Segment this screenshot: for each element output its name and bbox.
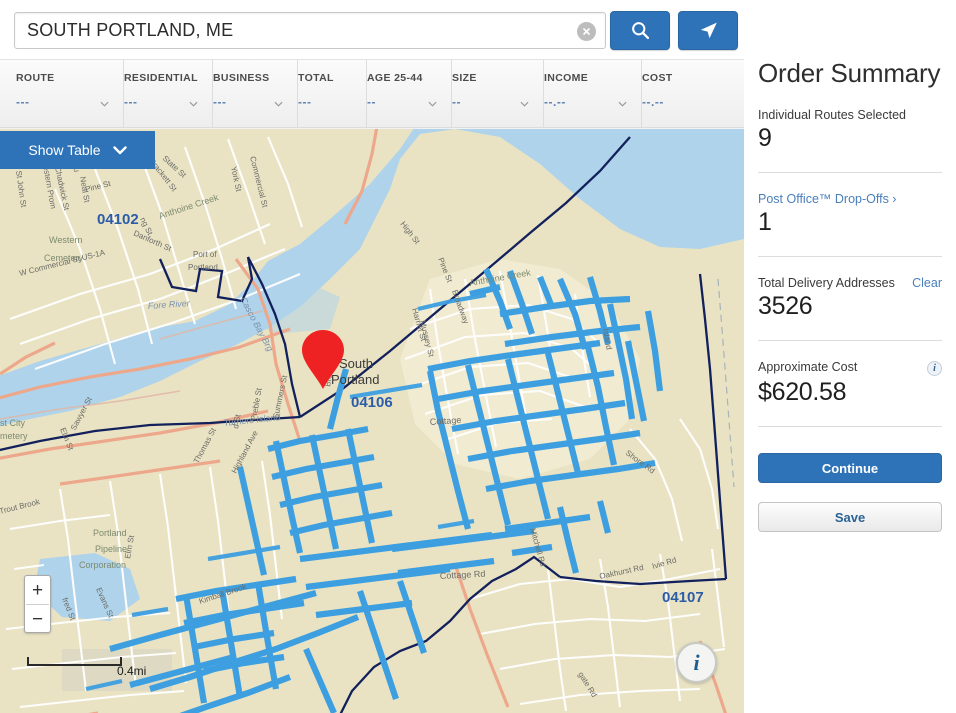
- divider: [758, 426, 942, 427]
- svg-text:Portland: Portland: [93, 528, 127, 538]
- post-office-dropoffs-link[interactable]: Post Office™ Drop-Offs ›: [758, 192, 896, 206]
- filter-business-value: ---: [213, 95, 227, 109]
- map-column: ROUTE --- RESIDENTIAL --- BUSINESS --- T…: [0, 0, 744, 713]
- map-zip-04107: 04107: [662, 589, 704, 606]
- approximate-cost-label: Approximate Cost: [758, 360, 858, 374]
- zoom-in-button[interactable]: +: [25, 576, 50, 604]
- clear-search-icon[interactable]: [577, 22, 596, 41]
- filter-age-25-44[interactable]: AGE 25-44 --: [367, 60, 452, 128]
- svg-text:Pipeline: Pipeline: [95, 544, 127, 554]
- filter-income-label: INCOME: [544, 72, 589, 84]
- filter-total: TOTAL ---: [298, 60, 367, 128]
- filter-income[interactable]: INCOME --.--: [544, 60, 642, 128]
- filter-business[interactable]: BUSINESS ---: [213, 60, 298, 128]
- routes-selected-label: Individual Routes Selected: [758, 108, 907, 122]
- cost-info-icon[interactable]: i: [927, 361, 942, 376]
- svg-text:st City: st City: [0, 418, 26, 428]
- chevron-down-icon[interactable]: [520, 101, 529, 107]
- filter-cost: COST --.--: [642, 60, 722, 128]
- chevron-down-icon[interactable]: [428, 101, 437, 107]
- chevron-down-icon[interactable]: [618, 101, 627, 107]
- filter-residential-label: RESIDENTIAL: [124, 72, 198, 84]
- save-button[interactable]: Save: [758, 502, 942, 532]
- filter-cost-value: --.--: [642, 95, 664, 109]
- chevron-down-icon[interactable]: [189, 101, 198, 107]
- map-scale-bar: 0.4mi: [27, 657, 146, 678]
- filter-total-label: TOTAL: [298, 72, 334, 84]
- map-city-line2: Portland: [331, 372, 379, 387]
- search-bar: [0, 0, 744, 60]
- routes-selected-value: 9: [758, 124, 772, 152]
- continue-button[interactable]: Continue: [758, 453, 942, 483]
- delivery-addresses-value: 3526: [758, 292, 813, 320]
- search-field-wrapper: [14, 12, 606, 49]
- map-city-line1: South: [339, 356, 373, 371]
- filter-residential[interactable]: RESIDENTIAL ---: [124, 60, 213, 128]
- svg-text:Port of: Port of: [193, 250, 217, 259]
- map-zoom-controls: + −: [24, 575, 51, 633]
- show-table-button[interactable]: Show Table: [0, 131, 155, 169]
- filter-total-value: ---: [298, 95, 312, 109]
- svg-text:Corporation: Corporation: [79, 560, 126, 570]
- svg-text:metery: metery: [0, 431, 28, 441]
- scale-line: [27, 657, 122, 666]
- delivery-addresses-block: Total Delivery Addresses Clear 3526: [758, 257, 942, 341]
- filter-business-label: BUSINESS: [213, 72, 270, 84]
- eddm-app: ROUTE --- RESIDENTIAL --- BUSINESS --- T…: [0, 0, 956, 713]
- dropoffs-block: Post Office™ Drop-Offs › 1: [758, 173, 942, 257]
- filter-route[interactable]: ROUTE ---: [16, 60, 124, 128]
- navigation-arrow-icon: [700, 22, 717, 39]
- route-map[interactable]: 04102 04106 04107 South Portland Fore Ri…: [0, 129, 744, 713]
- filter-age-label: AGE 25-44: [367, 72, 423, 84]
- map-zip-04102: 04102: [97, 211, 139, 228]
- filter-bar: ROUTE --- RESIDENTIAL --- BUSINESS --- T…: [0, 60, 744, 128]
- zoom-out-button[interactable]: −: [25, 605, 50, 633]
- filter-route-label: ROUTE: [16, 72, 55, 84]
- scale-label: 0.4mi: [117, 664, 147, 678]
- locate-me-button[interactable]: [678, 11, 738, 50]
- chevron-down-icon: [112, 145, 127, 154]
- page-title: Order Summary: [758, 58, 941, 88]
- svg-text:Western: Western: [49, 235, 82, 245]
- filter-residential-value: ---: [124, 95, 138, 109]
- search-input[interactable]: [15, 13, 573, 48]
- search-button[interactable]: [610, 11, 670, 50]
- show-table-label: Show Table: [28, 142, 101, 158]
- map-zip-04106: 04106: [351, 394, 393, 411]
- filter-size-value: --: [452, 95, 461, 109]
- map-info-icon[interactable]: i: [676, 642, 717, 683]
- svg-text:Portland: Portland: [188, 263, 218, 272]
- chevron-down-icon[interactable]: [100, 101, 109, 107]
- filter-cost-label: COST: [642, 72, 673, 84]
- approximate-cost-value: $620.58: [758, 378, 847, 406]
- filter-size-label: SIZE: [452, 72, 477, 84]
- order-summary-panel: Order Summary Individual Routes Selected…: [744, 0, 956, 713]
- delivery-addresses-label: Total Delivery Addresses: [758, 276, 895, 290]
- chevron-down-icon[interactable]: [274, 101, 283, 107]
- approximate-cost-block: Approximate Cost i $620.58: [758, 341, 942, 427]
- magnifier-icon: [631, 22, 649, 40]
- clear-addresses-button[interactable]: Clear: [912, 276, 942, 290]
- routes-selected-block: Individual Routes Selected 9: [758, 89, 942, 173]
- filter-size[interactable]: SIZE --: [452, 60, 544, 128]
- filter-age-value: --: [367, 95, 376, 109]
- dropoffs-value: 1: [758, 208, 772, 236]
